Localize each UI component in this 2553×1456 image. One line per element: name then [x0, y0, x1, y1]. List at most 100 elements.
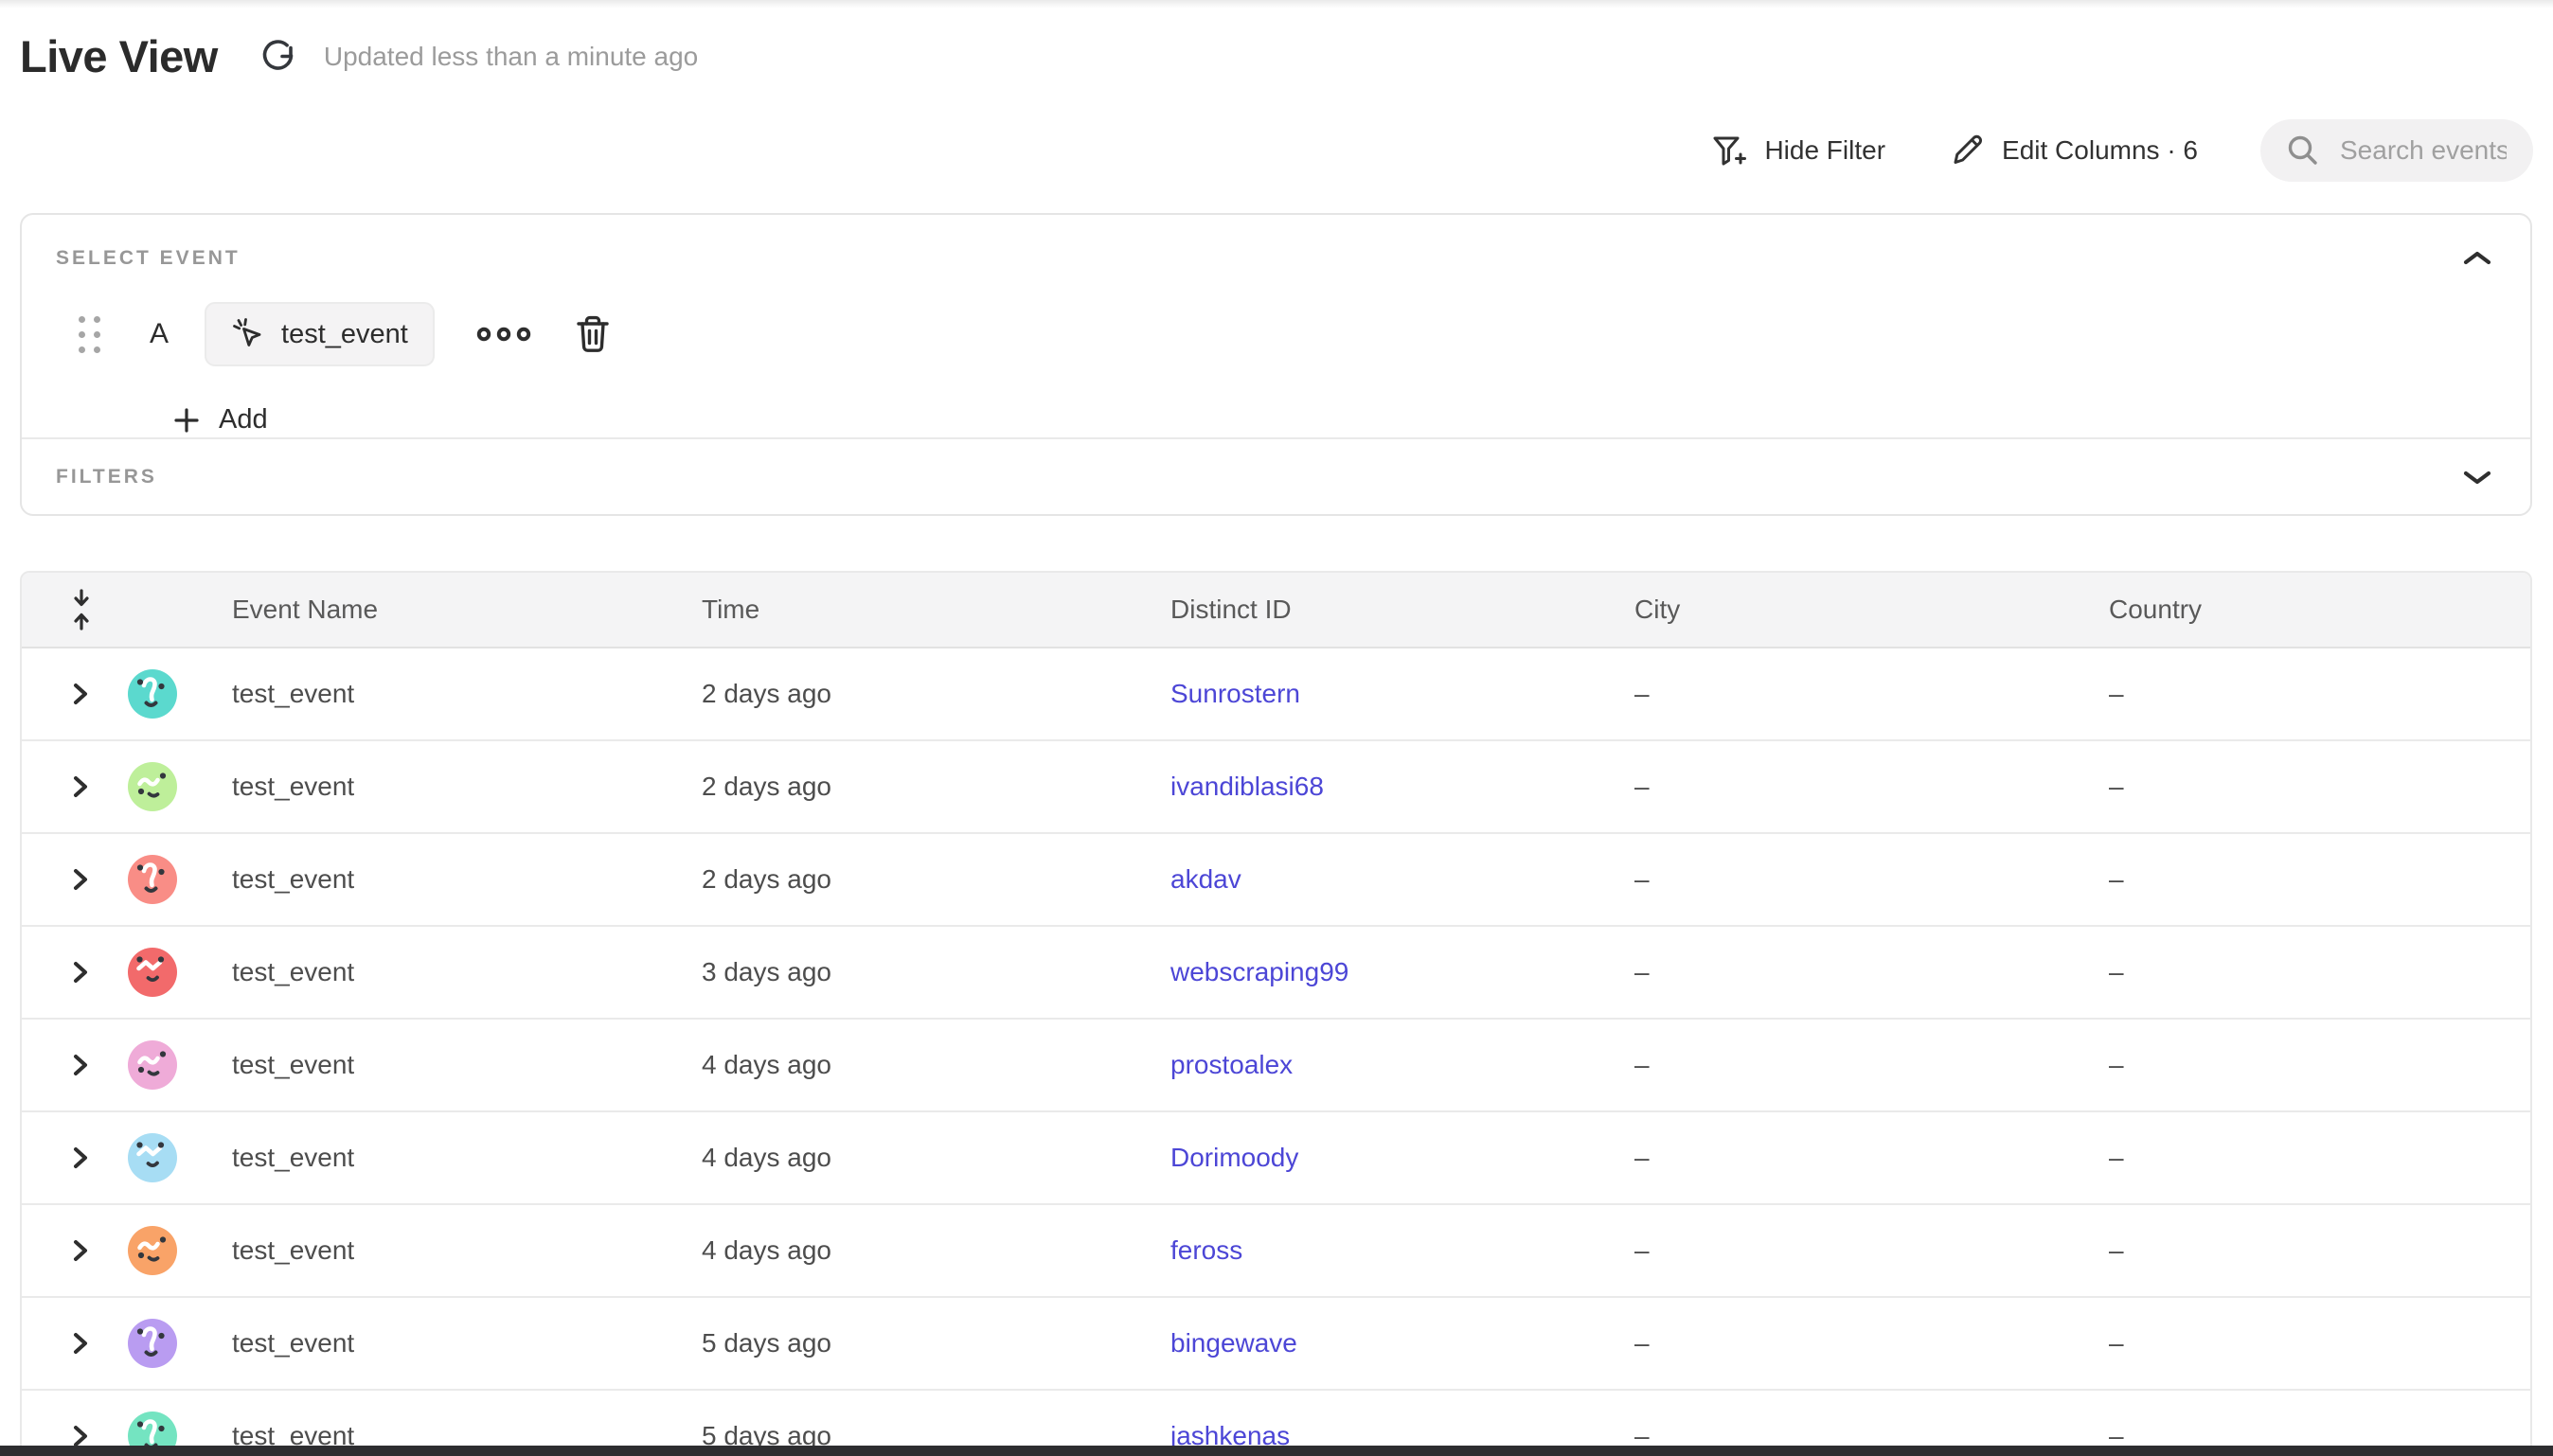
- table-row: test_event 2 days ago akdav – –: [22, 834, 2530, 927]
- table-body: test_event 2 days ago Sunrostern – –: [22, 648, 2530, 1456]
- table-header: Event Name Time Distinct ID City Country: [22, 573, 2530, 648]
- cell-country: –: [2109, 1050, 2124, 1080]
- delete-event-button[interactable]: [575, 314, 611, 354]
- toolbar: Hide Filter Edit Columns · 6: [1710, 119, 2533, 182]
- column-header-city[interactable]: City: [1634, 595, 1680, 625]
- expand-row-chevron-icon[interactable]: [71, 1237, 90, 1264]
- table-row: test_event 4 days ago feross – –: [22, 1205, 2530, 1298]
- expand-row-chevron-icon[interactable]: [71, 1330, 90, 1357]
- cell-event-name: test_event: [232, 957, 354, 987]
- cell-distinct-id-link[interactable]: prostoalex: [1170, 1050, 1293, 1080]
- collapse-all-rows-icon[interactable]: [68, 588, 95, 631]
- select-event-label: SELECT EVENT: [56, 247, 2530, 270]
- add-label: Add: [219, 404, 268, 435]
- select-event-section: SELECT EVENT A: [22, 215, 2530, 437]
- hide-filter-label: Hide Filter: [1764, 135, 1885, 166]
- expand-row-chevron-icon[interactable]: [71, 1145, 90, 1171]
- table-row: test_event 4 days ago Dorimoody – –: [22, 1112, 2530, 1205]
- add-event-button[interactable]: Add: [172, 404, 2530, 435]
- query-builder-card: SELECT EVENT A: [20, 213, 2532, 516]
- search-events-box[interactable]: [2260, 119, 2533, 182]
- page-header: Live View Updated less than a minute ago: [20, 30, 698, 82]
- edit-columns-button[interactable]: Edit Columns · 6: [1948, 132, 2198, 169]
- column-header-country[interactable]: Country: [2109, 595, 2202, 625]
- cursor-click-icon: [231, 317, 265, 351]
- expand-row-chevron-icon[interactable]: [71, 959, 90, 985]
- cell-city: –: [1634, 1235, 1650, 1266]
- cell-event-name: test_event: [232, 772, 354, 802]
- cell-city: –: [1634, 957, 1650, 987]
- expand-row-chevron-icon[interactable]: [71, 681, 90, 707]
- three-circles-more-icon: [476, 324, 531, 345]
- hide-filter-button[interactable]: Hide Filter: [1710, 132, 1885, 169]
- user-avatar[interactable]: [128, 1319, 177, 1368]
- pencil-icon: [1948, 132, 1986, 169]
- cell-country: –: [2109, 1328, 2124, 1358]
- column-header-time[interactable]: Time: [702, 595, 759, 625]
- cell-distinct-id-link[interactable]: ivandiblasi68: [1170, 772, 1324, 802]
- search-events-input[interactable]: [2338, 134, 2508, 167]
- table-row: test_event 2 days ago Sunrostern – –: [22, 648, 2530, 741]
- cell-event-name: test_event: [232, 1235, 354, 1266]
- expand-row-chevron-icon[interactable]: [71, 866, 90, 893]
- user-avatar[interactable]: [128, 762, 177, 811]
- collapse-section-chevron-up-icon[interactable]: [2462, 249, 2492, 268]
- cell-distinct-id-link[interactable]: bingewave: [1170, 1328, 1297, 1358]
- page-title: Live View: [20, 30, 218, 82]
- cell-city: –: [1634, 679, 1650, 709]
- cell-event-name: test_event: [232, 1050, 354, 1080]
- cell-country: –: [2109, 679, 2124, 709]
- cell-country: –: [2109, 1143, 2124, 1173]
- edit-columns-label: Edit Columns · 6: [2002, 135, 2198, 166]
- updated-status: Updated less than a minute ago: [324, 42, 698, 72]
- cell-time: 4 days ago: [702, 1143, 831, 1173]
- user-avatar[interactable]: [128, 1226, 177, 1275]
- cell-distinct-id-link[interactable]: webscraping99: [1170, 957, 1348, 987]
- cell-distinct-id-link[interactable]: Dorimoody: [1170, 1143, 1298, 1173]
- table-row: test_event 2 days ago ivandiblasi68 – –: [22, 741, 2530, 834]
- event-row: A test_event: [56, 302, 2530, 366]
- table-row: test_event 5 days ago bingewave – –: [22, 1298, 2530, 1391]
- expand-row-chevron-icon[interactable]: [71, 1052, 90, 1078]
- cell-time: 3 days ago: [702, 957, 831, 987]
- cell-time: 2 days ago: [702, 772, 831, 802]
- trash-icon: [575, 314, 611, 354]
- user-avatar[interactable]: [128, 1040, 177, 1090]
- cell-time: 5 days ago: [702, 1328, 831, 1358]
- refresh-button[interactable]: [258, 36, 299, 78]
- expand-filters-chevron-down-icon[interactable]: [2462, 468, 2492, 487]
- step-letter: A: [150, 318, 169, 350]
- filters-section: FILTERS: [22, 437, 2530, 516]
- event-select-chip[interactable]: test_event: [205, 302, 435, 366]
- table-row: test_event 4 days ago prostoalex – –: [22, 1020, 2530, 1112]
- cell-distinct-id-link[interactable]: akdav: [1170, 864, 1241, 895]
- column-header-event-name[interactable]: Event Name: [232, 595, 378, 625]
- cell-city: –: [1634, 772, 1650, 802]
- filters-label: FILTERS: [56, 466, 157, 488]
- cell-city: –: [1634, 1328, 1650, 1358]
- user-avatar[interactable]: [128, 855, 177, 904]
- cell-country: –: [2109, 1235, 2124, 1266]
- user-avatar[interactable]: [128, 669, 177, 719]
- cell-city: –: [1634, 864, 1650, 895]
- live-view-page: Live View Updated less than a minute ago…: [0, 0, 2553, 1456]
- expand-row-chevron-icon[interactable]: [71, 773, 90, 800]
- page-top-edge: [0, 0, 2553, 9]
- column-header-distinct-id[interactable]: Distinct ID: [1170, 595, 1292, 625]
- cell-city: –: [1634, 1050, 1650, 1080]
- drag-handle-icon[interactable]: [79, 316, 100, 353]
- bottom-bar: [0, 1446, 2553, 1456]
- events-table: Event Name Time Distinct ID City Country: [20, 571, 2532, 1456]
- cell-country: –: [2109, 957, 2124, 987]
- cell-event-name: test_event: [232, 1328, 354, 1358]
- user-avatar[interactable]: [128, 1133, 177, 1182]
- user-avatar[interactable]: [128, 948, 177, 997]
- cell-distinct-id-link[interactable]: Sunrostern: [1170, 679, 1300, 709]
- cell-event-name: test_event: [232, 679, 354, 709]
- cell-country: –: [2109, 772, 2124, 802]
- cell-distinct-id-link[interactable]: feross: [1170, 1235, 1242, 1266]
- more-options-button[interactable]: [476, 324, 531, 345]
- event-chip-label: test_event: [281, 319, 408, 350]
- plus-icon: [172, 406, 201, 435]
- search-icon: [2285, 133, 2321, 169]
